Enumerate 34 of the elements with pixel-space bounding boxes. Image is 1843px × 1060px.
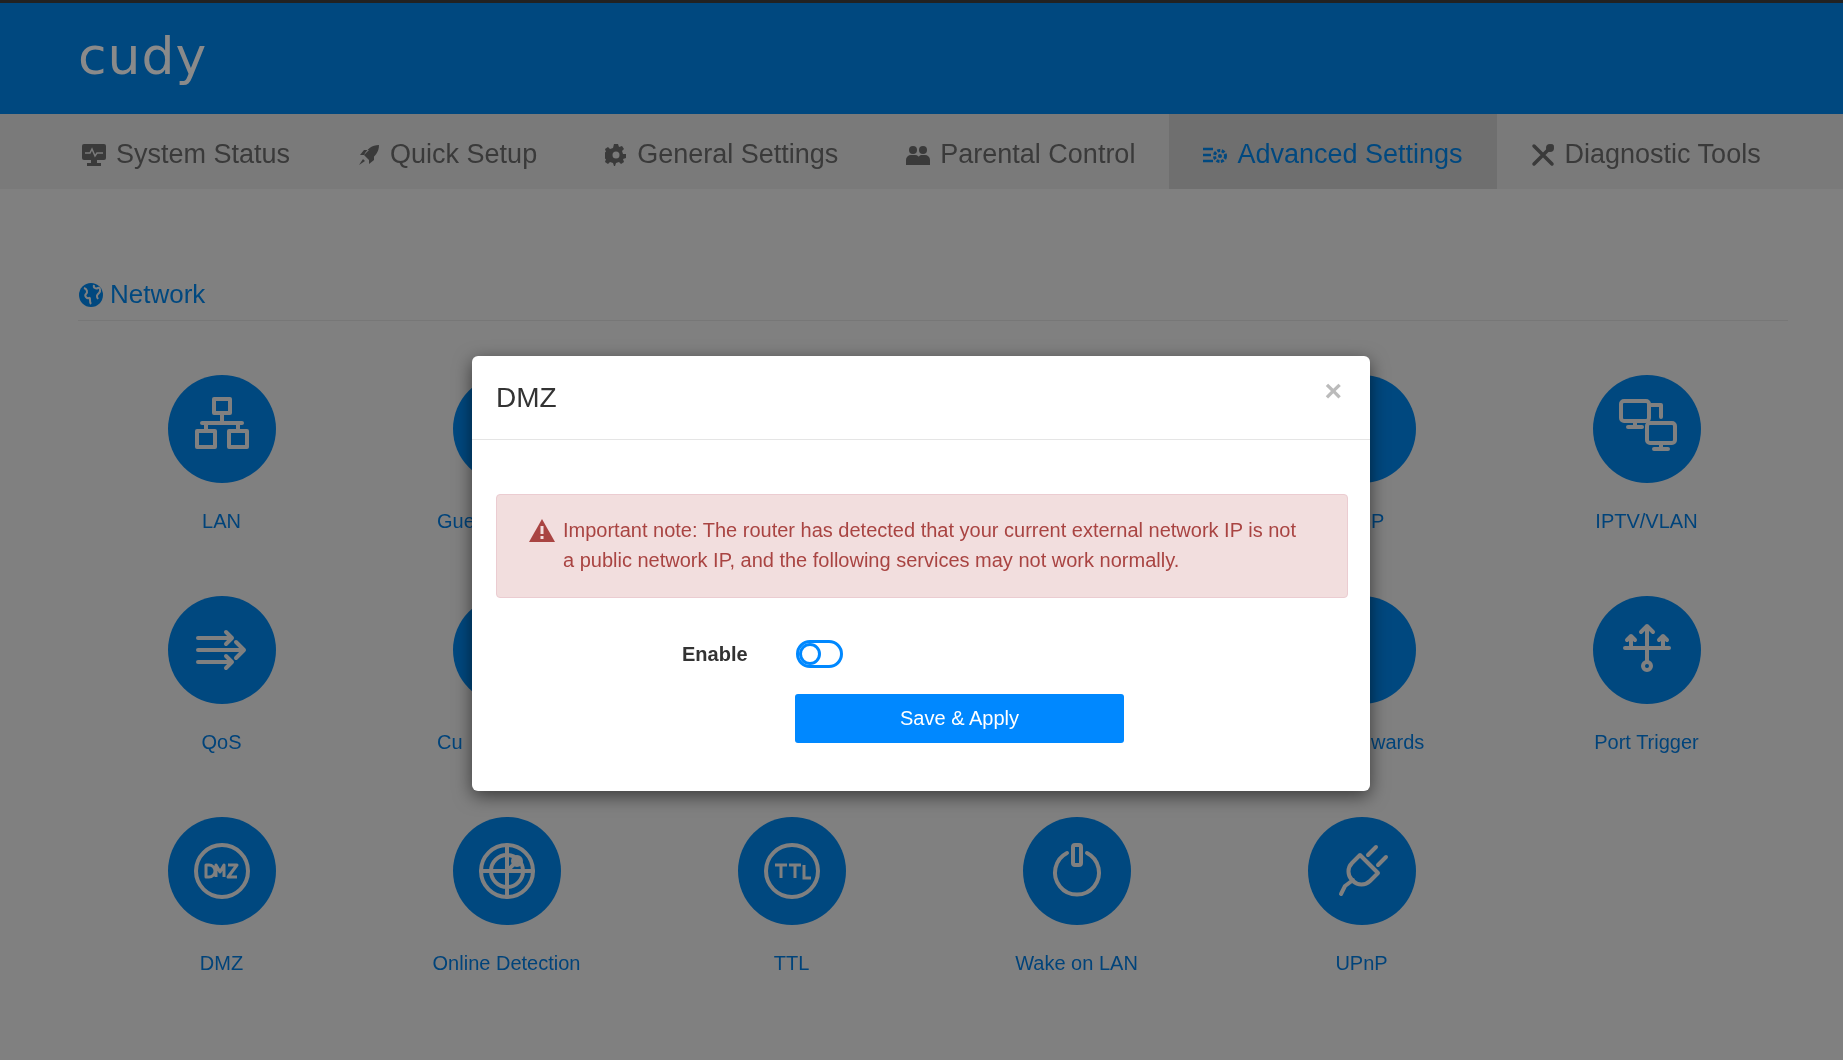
tools-icon (1530, 142, 1555, 167)
feature-label[interactable]: Cu (437, 731, 463, 754)
enable-toggle[interactable] (796, 640, 843, 668)
feature-label[interactable]: P (1371, 510, 1385, 533)
feature-label[interactable]: LAN (202, 510, 241, 533)
nav-tab[interactable]: Advanced Settings (1169, 114, 1497, 189)
feature-label[interactable]: DMZ (199, 952, 244, 975)
gear-icon (605, 143, 628, 166)
close-button[interactable]: × (1320, 373, 1346, 408)
section-title: Network (110, 279, 206, 310)
monitor-icon (82, 143, 106, 166)
nav-tab[interactable]: Quick Setup (324, 114, 572, 189)
feature-label[interactable]: TTL (773, 952, 810, 975)
settings-icon (1203, 145, 1228, 164)
save-apply-button[interactable]: Save & Apply (795, 694, 1124, 743)
feature-label[interactable]: UPnP (1335, 952, 1388, 975)
nav-tab[interactable]: Parental Control (872, 114, 1170, 189)
nav-tab[interactable]: System Status (48, 114, 325, 189)
alert-text: Important note: The router has detected that your current external network IP is not a public network IP, and the following services may not work normally. (563, 518, 1297, 573)
feature-label[interactable]: Wake on LAN (1015, 952, 1138, 975)
users-icon (906, 144, 931, 165)
feature-label[interactable]: Port Trigger (1594, 731, 1699, 754)
feature-label[interactable]: IPTV/VLAN (1595, 510, 1698, 533)
feature-label[interactable]: Online Detection (432, 952, 581, 975)
globe-icon (78, 281, 104, 308)
dialog-title: DMZ (496, 381, 557, 414)
logo: cudy (78, 25, 208, 86)
warning-icon (529, 519, 555, 542)
nav-tab[interactable]: General Settings (571, 114, 873, 189)
nav-tab[interactable]: Diagnostic Tools (1496, 114, 1795, 189)
enable-label: Enable (682, 642, 749, 666)
feature-label[interactable]: wards (1371, 731, 1425, 754)
feature-label[interactable]: QoS (201, 731, 242, 754)
rocket-icon (358, 143, 381, 166)
